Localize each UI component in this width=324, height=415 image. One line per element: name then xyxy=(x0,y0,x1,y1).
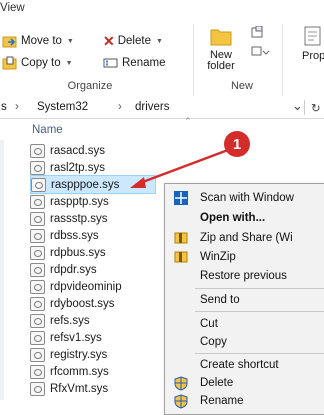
annotation-badge: 1 xyxy=(224,131,250,157)
annotation-arrow xyxy=(130,148,229,188)
